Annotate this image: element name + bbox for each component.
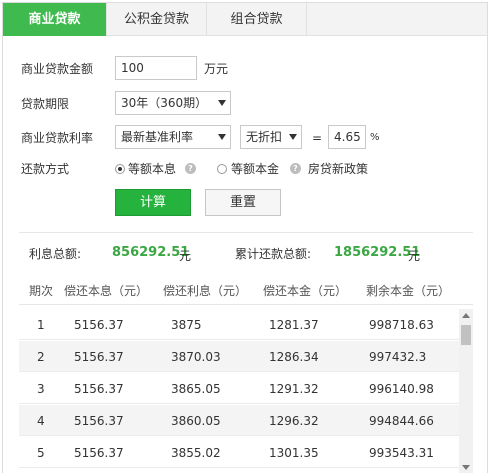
column-header-interest: 偿还利息（元） xyxy=(163,284,248,298)
term-select-value: 30年（360期） xyxy=(121,96,208,110)
table-row: 2 5156.37 3870.03 1286.34 997432.3 xyxy=(19,341,459,372)
cell-remaining: 993543.31 xyxy=(369,446,434,460)
cell-remaining: 998718.63 xyxy=(369,318,434,332)
cell-interest: 3875 xyxy=(171,318,202,332)
vertical-scrollbar[interactable] xyxy=(459,309,473,473)
equals-sign: = xyxy=(312,131,323,145)
rate-type-select[interactable]: 最新基准利率 xyxy=(115,125,231,149)
interest-total-unit: 元 xyxy=(179,249,192,263)
amount-unit: 万元 xyxy=(204,62,229,76)
cell-installment: 5156.37 xyxy=(74,382,124,396)
chevron-down-icon xyxy=(218,134,226,140)
loan-calculator-panel: 商业贷款 公积金贷款 组合贷款 商业贷款金额 万元 贷款期限 30年（360期）… xyxy=(2,2,488,473)
amount-input[interactable] xyxy=(115,56,197,80)
cell-principal: 1296.32 xyxy=(269,414,319,428)
scroll-down-icon[interactable] xyxy=(462,465,470,470)
table-header-divider xyxy=(19,304,473,305)
help-icon[interactable]: ? xyxy=(185,163,196,174)
cell-installment: 5156.37 xyxy=(74,350,124,364)
method-label: 还款方式 xyxy=(21,162,70,176)
rate-label: 商业贷款利率 xyxy=(21,131,94,145)
cell-period: 3 xyxy=(37,382,45,396)
equal-principal-label[interactable]: 等额本金 xyxy=(231,161,279,177)
column-header-principal: 偿还本金（元） xyxy=(263,284,348,298)
interest-total-label: 利息总额: xyxy=(29,247,82,261)
cell-period: 1 xyxy=(37,318,45,332)
cell-interest: 3860.05 xyxy=(171,414,221,428)
cell-remaining: 996140.98 xyxy=(369,382,434,396)
repayment-total-label: 累计还款总额: xyxy=(235,247,312,261)
amount-label: 商业贷款金额 xyxy=(21,62,94,76)
table-row: 3 5156.37 3865.05 1291.32 996140.98 xyxy=(19,373,459,404)
table-row: 5 5156.37 3855.02 1301.35 993543.31 xyxy=(19,437,459,468)
reset-button[interactable]: 重置 xyxy=(205,189,281,216)
chevron-down-icon xyxy=(218,100,226,106)
repayment-total-unit: 元 xyxy=(408,249,421,263)
cell-period: 4 xyxy=(37,414,45,428)
policy-link[interactable]: 房贷新政策 xyxy=(308,161,368,177)
cell-remaining: 997432.3 xyxy=(369,350,427,364)
help-icon[interactable]: ? xyxy=(290,163,301,174)
discount-value: 无折扣 xyxy=(246,130,283,144)
cell-interest: 3865.05 xyxy=(171,382,221,396)
cell-remaining: 994844.66 xyxy=(369,414,434,428)
cell-principal: 1281.37 xyxy=(269,318,319,332)
column-header-remaining: 剩余本金（元） xyxy=(366,284,451,298)
equal-installment-label[interactable]: 等额本息 xyxy=(128,161,176,177)
rate-type-value: 最新基准利率 xyxy=(121,130,194,144)
discount-select[interactable]: 无折扣 xyxy=(240,125,302,149)
scrollbar-thumb[interactable] xyxy=(461,325,471,345)
cell-period: 2 xyxy=(37,350,45,364)
term-select[interactable]: 30年（360期） xyxy=(115,91,231,115)
interest-total-value: 856292.51 xyxy=(112,245,190,260)
calculate-button[interactable]: 计算 xyxy=(115,189,191,216)
tab-bar: 商业贷款 公积金贷款 组合贷款 xyxy=(3,3,487,36)
cell-installment: 5156.37 xyxy=(74,446,124,460)
term-label: 贷款期限 xyxy=(21,97,70,111)
chevron-down-icon xyxy=(289,134,297,140)
rate-unit: % xyxy=(370,132,380,143)
table-row: 1 5156.37 3875 1281.37 998718.63 xyxy=(19,309,459,340)
schedule-table-body: 1 5156.37 3875 1281.37 998718.63 2 5156.… xyxy=(19,309,473,473)
column-header-installment: 偿还本息（元） xyxy=(64,284,149,298)
cell-interest: 3870.03 xyxy=(171,350,221,364)
cell-installment: 5156.37 xyxy=(74,318,124,332)
cell-principal: 1301.35 xyxy=(269,446,319,460)
cell-principal: 1286.34 xyxy=(269,350,319,364)
divider xyxy=(19,232,473,233)
scroll-up-icon[interactable] xyxy=(462,313,470,318)
radio-equal-principal[interactable] xyxy=(217,164,227,174)
cell-installment: 5156.37 xyxy=(74,414,124,428)
radio-equal-installment[interactable] xyxy=(115,164,125,174)
tab-commercial-loan[interactable]: 商业贷款 xyxy=(3,3,107,36)
cell-interest: 3855.02 xyxy=(171,446,221,460)
table-row: 4 5156.37 3860.05 1296.32 994844.66 xyxy=(19,405,459,436)
column-header-period: 期次 xyxy=(29,284,54,298)
tab-provident-fund-loan[interactable]: 公积金贷款 xyxy=(107,3,207,36)
cell-period: 5 xyxy=(37,446,45,460)
tab-combined-loan[interactable]: 组合贷款 xyxy=(207,3,307,36)
rate-input[interactable] xyxy=(328,125,366,149)
cell-principal: 1291.32 xyxy=(269,382,319,396)
